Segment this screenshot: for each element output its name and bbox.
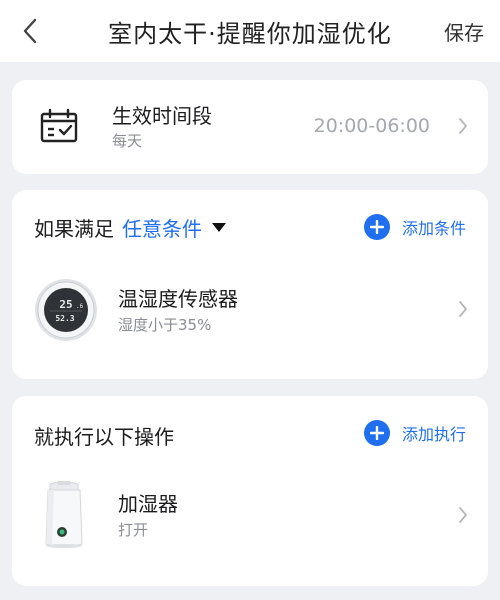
add-condition-label: 添加条件 (401, 219, 466, 238)
add-action-label: 添加执行 (401, 425, 466, 444)
sensor-humidity-readout: 52.3 (55, 314, 74, 323)
plus-icon (363, 420, 390, 446)
page-title: 室内太干·提醒你加湿优化 (108, 19, 392, 48)
condition-prefix: 如果满足 (34, 217, 114, 241)
condition-device-name: 温湿度传感器 (118, 287, 238, 311)
top-bar: 室内太干·提醒你加湿优化 保存 (0, 0, 500, 62)
condition-detail: 湿度小于35% (118, 316, 212, 334)
chevron-right-icon (458, 117, 468, 135)
humidifier-device-icon (42, 480, 86, 554)
action-card: 就执行以下操作 添加执行 加湿器 打开 (12, 396, 488, 586)
schedule-label: 生效时间段 (112, 104, 212, 128)
caret-down-icon[interactable] (212, 223, 226, 232)
chevron-right-icon (458, 300, 468, 318)
schedule-time-range: 20:00-06:00 (313, 115, 430, 137)
condition-header: 如果满足 任意条件 (34, 213, 226, 242)
save-button[interactable]: 保存 (444, 17, 484, 46)
calendar-icon (40, 108, 78, 148)
sensor-temp-decimal: .6 (76, 303, 84, 310)
add-action-button[interactable]: 添加执行 (363, 420, 466, 446)
condition-mode-selector[interactable]: 任意条件 (122, 213, 202, 242)
condition-card: 如果满足 任意条件 添加条件 25 .6 52.3 温湿度传感器 湿度小于35% (12, 190, 488, 379)
action-detail: 打开 (118, 521, 149, 539)
sensor-temp-readout: 25 (59, 298, 72, 311)
schedule-repeat: 每天 (112, 132, 143, 150)
chevron-right-icon (458, 506, 468, 524)
schedule-card[interactable]: 生效时间段 每天 20:00-06:00 (12, 80, 488, 174)
action-device-name: 加湿器 (118, 492, 178, 516)
action-title: 就执行以下操作 (34, 425, 174, 449)
back-button[interactable] (22, 14, 52, 48)
chevron-left-icon (23, 18, 37, 44)
add-condition-button[interactable]: 添加条件 (363, 214, 466, 240)
plus-icon (363, 214, 390, 240)
sensor-device-icon: 25 .6 52.3 (34, 278, 98, 346)
